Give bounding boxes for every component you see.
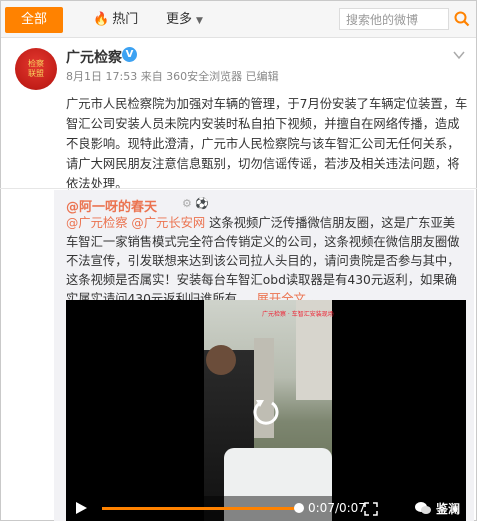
- tab-hot[interactable]: 🔥 热门: [93, 7, 138, 33]
- tab-more-label: 更多: [166, 12, 193, 27]
- repost-text: @广元检察 @广元长安网 这条视频广泛传播微信朋友圈，这是广东亚美车智汇一家销售…: [66, 214, 466, 309]
- mention-link[interactable]: @广元检察: [66, 216, 128, 230]
- fullscreen-icon[interactable]: [364, 502, 378, 516]
- tab-all[interactable]: 全部: [5, 7, 63, 33]
- top-nav: 全部 🔥 热门 更多 ▼ 搜索他的微博: [1, 1, 476, 38]
- chevron-down-icon: ▼: [196, 16, 203, 26]
- author-name[interactable]: 广元检察: [66, 47, 122, 67]
- play-icon[interactable]: [74, 501, 88, 515]
- video-caption: 广元检察 · 车智汇安装现场: [262, 311, 334, 318]
- divider: [0, 188, 477, 189]
- progress-bar[interactable]: [102, 507, 298, 510]
- search-icon[interactable]: [453, 10, 471, 28]
- verified-icon: V: [122, 47, 137, 62]
- tab-more[interactable]: 更多 ▼: [166, 7, 203, 33]
- replay-icon[interactable]: [250, 395, 282, 427]
- tab-hot-label: 热门: [112, 12, 139, 27]
- avatar-seal-text: 检察 联盟: [28, 59, 44, 78]
- wechat-icon: [415, 502, 431, 514]
- search-input[interactable]: 搜索他的微博: [339, 8, 449, 30]
- mention-link[interactable]: @广元长安网: [131, 216, 205, 230]
- watermark-text: 鉴澜: [436, 502, 461, 516]
- video-player[interactable]: 广元检察 · 车智汇安装现场 0:07/0:07 鉴澜: [66, 300, 466, 521]
- fire-icon: 🔥: [93, 12, 110, 27]
- avatar[interactable]: 检察 联盟: [15, 48, 57, 90]
- post-meta: 8月1日 17:53 来自 360安全浏览器 已编辑: [66, 70, 279, 83]
- person-head: [206, 345, 236, 375]
- video-time: 0:07/0:07: [308, 501, 366, 515]
- progress-knob[interactable]: [294, 503, 304, 513]
- badge-icons: ⚙ ⚽: [182, 197, 210, 210]
- repost-author-name[interactable]: @阿一呀的春天: [66, 200, 157, 215]
- chevron-down-icon[interactable]: [453, 50, 465, 60]
- repost-author[interactable]: @阿一呀的春天: [66, 196, 157, 215]
- post-text: 广元市人民检察院为加强对车辆的管理，于7月份安装了车辆定位装置，车智汇公司安装人…: [66, 97, 468, 191]
- video-controls: 0:07/0:07 鉴澜: [66, 496, 466, 521]
